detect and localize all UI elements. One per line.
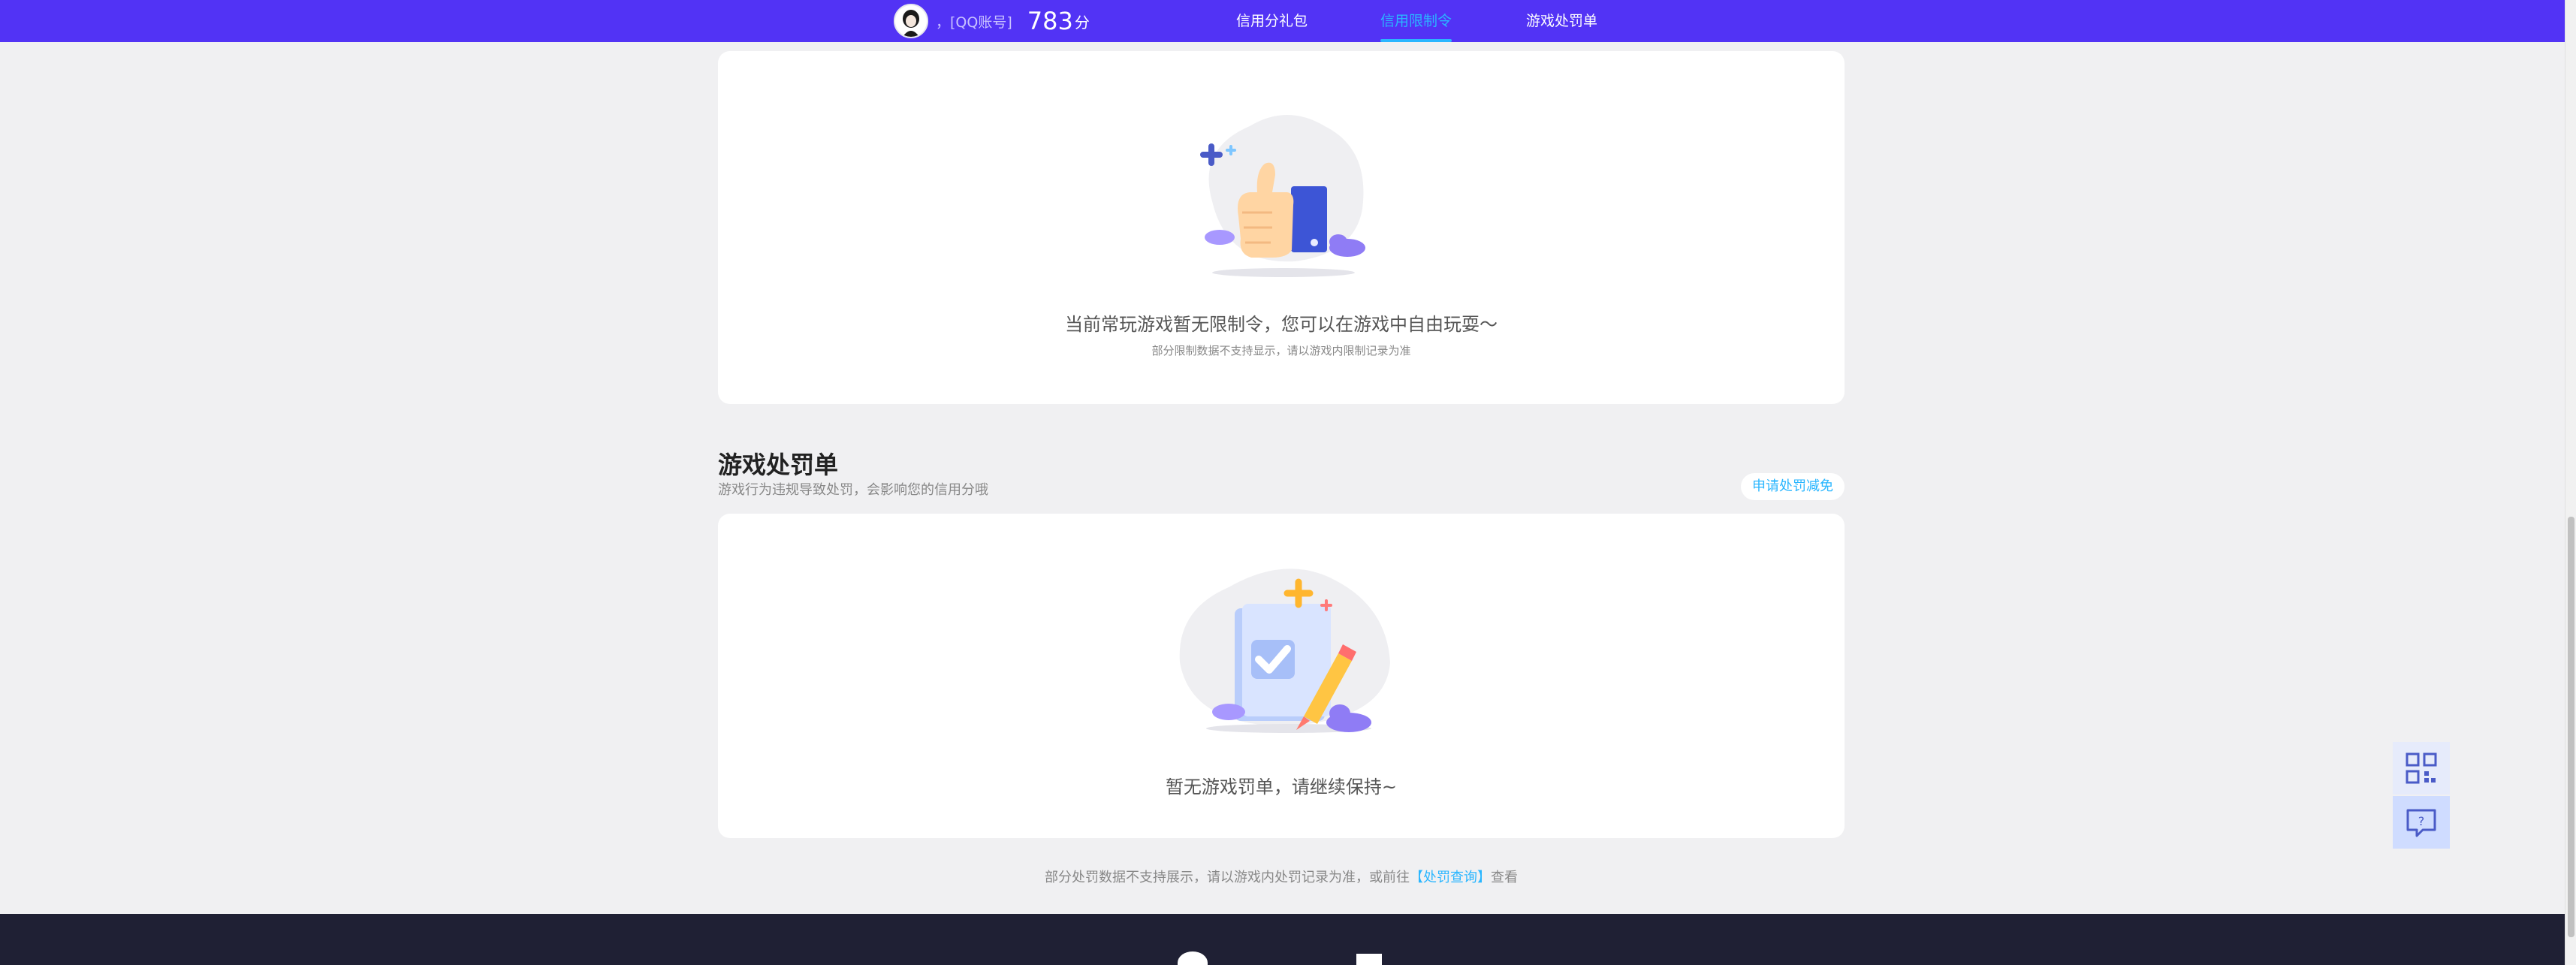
restriction-empty-subtitle: 部分限制数据不支持显示，请以游戏内限制记录为准 xyxy=(1151,344,1411,357)
footer-link-icon[interactable] xyxy=(1356,954,1382,965)
user-info: ，[QQ账号] 783 分 xyxy=(894,3,1090,39)
thumbs-up-illustration-icon xyxy=(1200,115,1365,277)
credit-score: 783 xyxy=(1027,7,1073,35)
account-label: ，[QQ账号] xyxy=(936,14,1012,31)
qr-code-icon xyxy=(2406,752,2437,784)
tab-credit-gift[interactable]: 信用分礼包 xyxy=(1236,0,1308,42)
penalty-empty-title: 暂无游戏罚单，请继续保持~ xyxy=(1165,777,1398,798)
avatar-image xyxy=(895,5,927,37)
feedback-button[interactable]: ? xyxy=(2393,796,2450,849)
tab-game-penalty[interactable]: 游戏处罚单 xyxy=(1526,0,1597,42)
penalty-card: 暂无游戏罚单，请继续保持~ xyxy=(718,514,1845,838)
footer-logo-icon[interactable] xyxy=(1178,951,1208,965)
checklist-illustration-icon xyxy=(1179,568,1390,733)
page-footer xyxy=(0,914,2565,965)
restriction-card: 当前常玩游戏暂无限制令，您可以在游戏中自由玩耍～ 部分限制数据不支持显示，请以游… xyxy=(718,51,1845,404)
penalty-section-desc: 游戏行为违规导致处罚，会影响您的信用分哦 xyxy=(718,482,988,498)
penalty-query-link[interactable]: 【处罚查询】 xyxy=(1410,870,1491,885)
credit-score-unit: 分 xyxy=(1074,13,1090,32)
penalty-section-title: 游戏处罚单 xyxy=(718,451,839,479)
footnote-suffix: 查看 xyxy=(1491,870,1518,885)
feedback-icon: ? xyxy=(2406,809,2436,837)
scrollbar-thumb[interactable] xyxy=(2568,517,2574,937)
page-scrollbar[interactable] xyxy=(2565,0,2576,965)
top-nav-bar: ，[QQ账号] 783 分 信用分礼包 信用限制令 游戏处罚单 xyxy=(0,0,2565,42)
restriction-empty-title: 当前常玩游戏暂无限制令，您可以在游戏中自由玩耍～ xyxy=(1065,314,1498,335)
qr-code-button[interactable] xyxy=(2393,742,2450,795)
avatar[interactable] xyxy=(894,4,928,38)
tab-credit-restriction[interactable]: 信用限制令 xyxy=(1380,0,1452,42)
apply-penalty-reduction-button[interactable]: 申请处罚减免 xyxy=(1741,473,1845,500)
svg-text:?: ? xyxy=(2418,814,2425,828)
footnote-prefix: 部分处罚数据不支持展示，请以游戏内处罚记录为准，或前往 xyxy=(1045,870,1410,885)
penalty-footnote: 部分处罚数据不支持展示，请以游戏内处罚记录为准，或前往【处罚查询】查看 xyxy=(718,867,1845,886)
